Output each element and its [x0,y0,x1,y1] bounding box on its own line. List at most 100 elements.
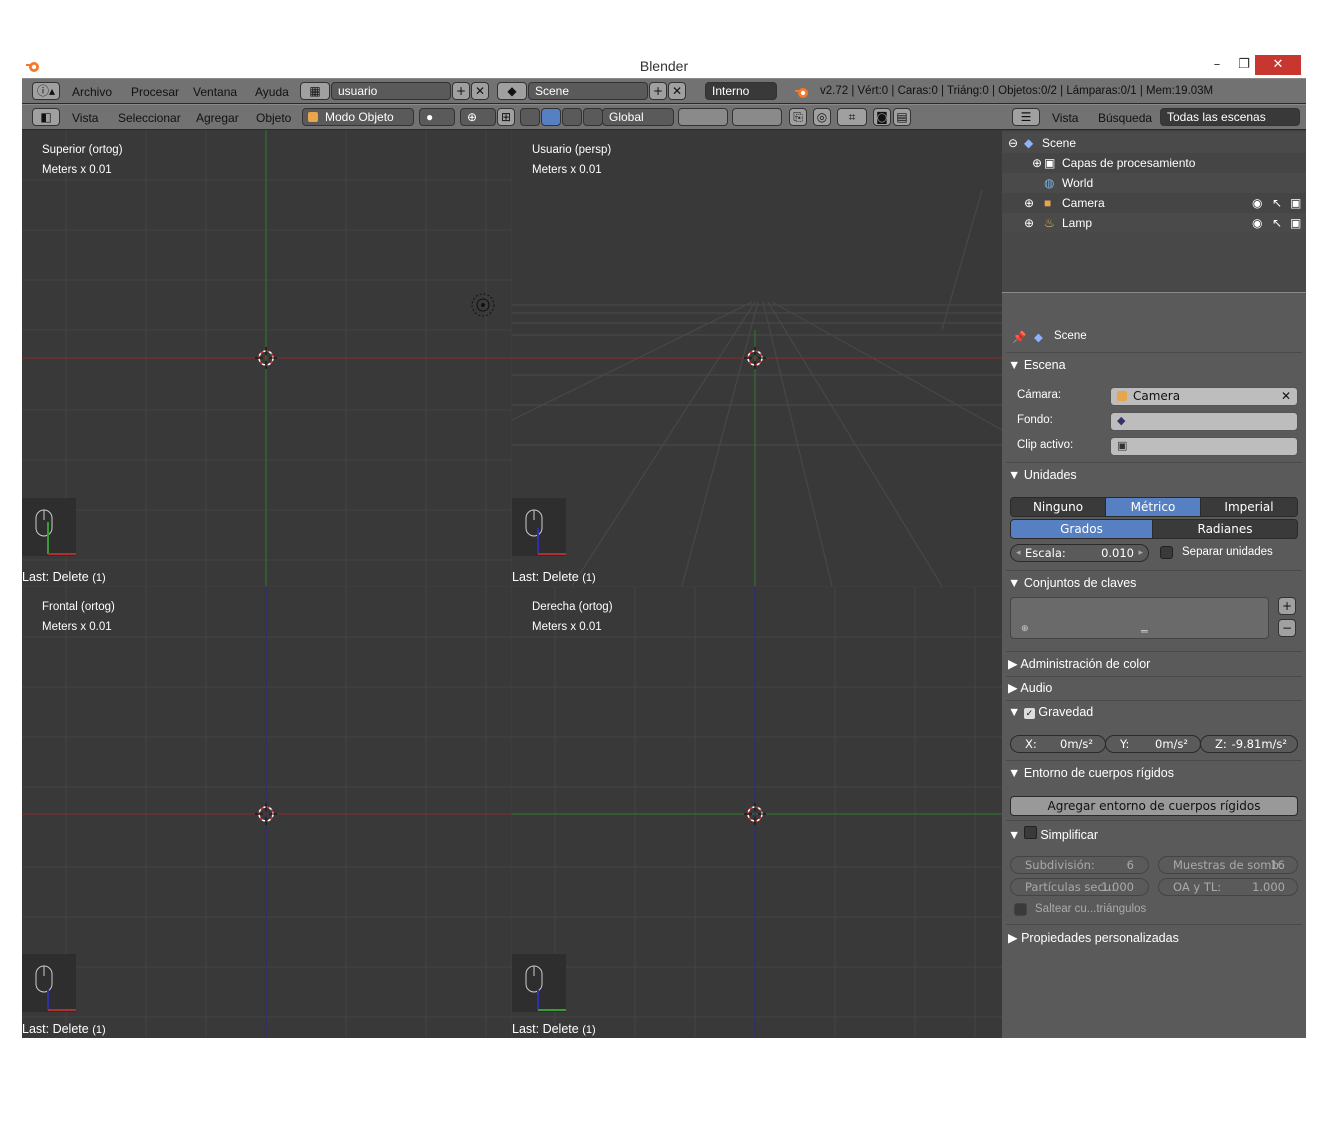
editor-type-view3d-button[interactable]: ◧ [32,108,60,126]
render-engine-select[interactable]: Interno [705,82,777,100]
remove-keying-set-icon[interactable]: − [1278,619,1296,637]
render-animation-icon[interactable]: ▤ [893,108,911,126]
resize-grip-icon[interactable]: ═ [1141,625,1148,638]
layers-grid-a[interactable] [678,108,728,126]
outliner-item-world[interactable]: ◍ World [1002,173,1306,193]
unit-system-metric[interactable]: Métrico [1105,497,1201,517]
pin-icon[interactable]: 📌 [1012,330,1026,344]
collapse-icon[interactable]: ⊖ [1008,133,1018,153]
menu-objeto[interactable]: Objeto [256,111,291,125]
viewport-derecha[interactable]: Derecha (ortog) Meters x 0.01 Last: Dele… [512,587,1002,1038]
rotation-units-radians[interactable]: Radianes [1152,519,1298,539]
subdivision-field[interactable]: Subdivisión: 6 [1010,856,1149,874]
rotation-units-degrees[interactable]: Grados [1010,519,1153,539]
panel-unidades-header[interactable]: ▼ Unidades [1008,468,1077,482]
expand-icon[interactable]: ⊕ [1032,153,1042,173]
panel-keying-sets-header[interactable]: ▼ Conjuntos de claves [1008,576,1136,590]
rotate-manipulator-icon[interactable] [541,108,561,126]
panel-gravity-header[interactable]: ▼ ✓ Gravedad [1008,705,1093,719]
scene-browse-icon[interactable]: ◆ [497,82,527,100]
viewport-superior[interactable]: Superior (ortog) Meters x 0.01 Last: Del… [22,130,511,586]
outliner-item-scene[interactable]: ⊖ ◆ Scene [1002,133,1306,153]
separate-units-checkbox[interactable] [1160,546,1173,559]
pose-manipulator-icon[interactable] [583,108,603,126]
panel-simplify-header[interactable]: ▼ Simplificar [1008,826,1098,842]
menu-seleccionar[interactable]: Seleccionar [118,111,181,125]
unit-system-none[interactable]: Ninguno [1010,497,1106,517]
add-rigid-body-world-button[interactable]: Agregar entorno de cuerpos rígidos [1010,796,1298,816]
outliner-item-camera[interactable]: ⊕ ■ Camera ◉ ↖ ▣ [1002,193,1306,213]
editor-type-info-button[interactable]: ⓘ▴ [32,82,60,100]
menu-ventana[interactable]: Ventana [193,85,237,99]
separate-units-label: Separar unidades [1182,546,1273,558]
info-header: ⓘ▴ Archivo Procesar Ventana Ayuda ▦ usua… [22,78,1306,104]
transform-orientation-select[interactable]: Global [602,108,674,126]
viewport-info: Derecha (ortog) Meters x 0.01 [532,597,613,637]
snap-select-icon[interactable]: ⌗ [837,108,867,126]
scene-name-field[interactable]: Scene [528,82,648,100]
minimize-button[interactable]: – [1202,55,1232,75]
menu-archivo[interactable]: Archivo [72,85,112,99]
menu-ayuda[interactable]: Ayuda [255,85,289,99]
gravity-y-field[interactable]: Y: 0m/s² [1105,735,1201,753]
keying-sets-list[interactable]: ⊕ ═ [1010,597,1269,639]
viewport-usuario[interactable]: Usuario (persp) Meters x 0.01 Last: Dele… [512,130,1002,586]
panel-rigid-body-header[interactable]: ▼ Entorno de cuerpos rígidos [1008,766,1174,780]
editor-type-outliner-button[interactable]: ☰ [1012,108,1040,126]
selectability-icon[interactable]: ↖ [1272,193,1282,213]
viewport-shading-select[interactable]: ● [419,108,455,126]
panel-color-management-header[interactable]: ▶ Administración de color [1008,656,1150,671]
panel-audio-header[interactable]: ▶ Audio [1008,680,1052,695]
screen-layout-icon[interactable]: ▦ [300,82,330,100]
lock-layers-icon[interactable]: ⎘ [789,108,807,126]
screen-name-field[interactable]: usuario [331,82,451,100]
manipulator-toggle-icon[interactable]: ⊞ [497,108,515,126]
scale-manipulator-icon[interactable] [562,108,582,126]
layers-grid-b[interactable] [732,108,782,126]
outliner-menu-busqueda[interactable]: Búsqueda [1098,111,1152,125]
add-scene-icon[interactable]: + [649,82,667,100]
remove-scene-icon[interactable]: ✕ [668,82,686,100]
outliner-menu-vista[interactable]: Vista [1052,111,1078,125]
ao-sss-field[interactable]: OA y TL: 1.000 [1158,878,1298,896]
render-camera-icon[interactable]: ◙ [873,108,891,126]
render-toggle-icon[interactable]: ▣ [1290,213,1301,233]
pivot-point-select[interactable]: ⊕ [460,108,496,126]
active-clip-field[interactable] [1110,437,1298,456]
expand-icon[interactable]: ⊕ [1024,193,1034,213]
panel-custom-properties-header[interactable]: ▶ Propiedades personalizadas [1008,930,1179,945]
simplify-checkbox[interactable] [1023,826,1037,839]
outliner-item-render-layers[interactable]: ⊕ ▣ Capas de procesamiento [1002,153,1306,173]
selectability-icon[interactable]: ↖ [1272,213,1282,233]
viewport-frontal[interactable]: Frontal (ortog) Meters x 0.01 Last: Dele… [22,587,511,1038]
mode-select[interactable]: Modo Objeto [302,108,414,126]
background-field[interactable] [1110,412,1298,431]
unit-scale-field[interactable]: ◂ Escala: 0.010 ▸ [1010,544,1149,562]
remove-screen-icon[interactable]: ✕ [471,82,489,100]
panel-escena-header[interactable]: ▼ Escena [1008,358,1066,372]
outliner-item-lamp[interactable]: ⊕ ♨ Lamp ◉ ↖ ▣ [1002,213,1306,233]
add-keying-set-icon[interactable]: + [1278,597,1296,615]
shadow-samples-field[interactable]: Muestras de somb: 16 [1158,856,1298,874]
menu-vista[interactable]: Vista [72,111,98,125]
add-screen-icon[interactable]: + [452,82,470,100]
visibility-eye-icon[interactable]: ◉ [1252,213,1262,233]
expand-icon[interactable]: ⊕ [1024,213,1034,233]
visibility-eye-icon[interactable]: ◉ [1252,193,1262,213]
unit-system-imperial[interactable]: Imperial [1200,497,1298,517]
child-particles-field[interactable]: Partículas secu: 1.000 [1010,878,1149,896]
outliner-display-select[interactable]: Todas las escenas [1160,108,1300,126]
list-filter-icon[interactable]: ⊕ [1021,624,1029,634]
proportional-edit-icon[interactable]: ◎ [813,108,831,126]
gravity-checkbox[interactable]: ✓ [1023,708,1035,719]
gravity-z-field[interactable]: Z: -9.81m/s² [1200,735,1298,753]
menu-agregar[interactable]: Agregar [196,111,239,125]
translate-manipulator-icon[interactable] [520,108,540,126]
clear-camera-icon[interactable]: ✕ [1281,389,1291,403]
close-button[interactable]: ✕ [1255,55,1301,75]
menu-procesar[interactable]: Procesar [131,85,179,99]
skip-quad-triangles-checkbox[interactable] [1014,903,1027,916]
render-toggle-icon[interactable]: ▣ [1290,193,1301,213]
camera-field[interactable]: Camera [1110,387,1298,406]
gravity-x-field[interactable]: X: 0m/s² [1010,735,1106,753]
